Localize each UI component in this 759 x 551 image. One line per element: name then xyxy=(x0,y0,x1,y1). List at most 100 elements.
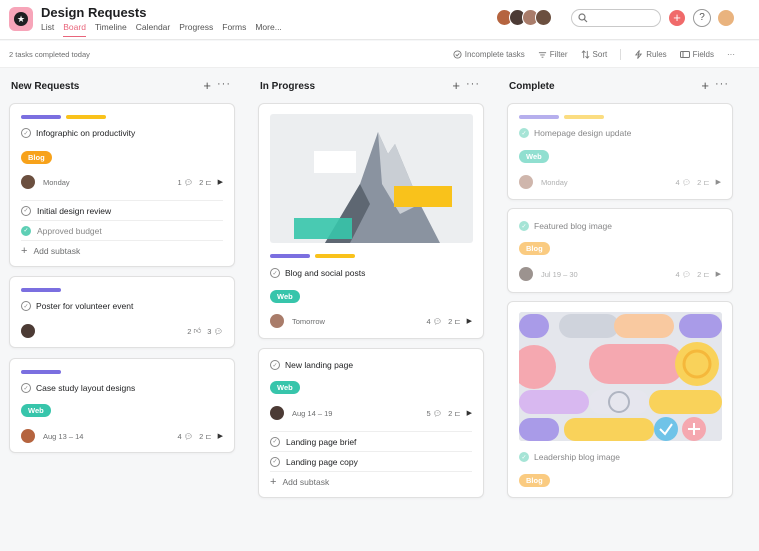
tab-more[interactable]: More... xyxy=(255,22,281,37)
comment-count[interactable]: 5 💬︎ xyxy=(426,409,442,418)
checkmark-icon[interactable]: ✓ xyxy=(519,221,529,231)
subtask-row[interactable]: ✓ Landing page copy xyxy=(270,451,472,471)
task-title[interactable]: ✓ Blog and social posts xyxy=(270,268,365,278)
comment-count[interactable]: 3 💬︎ xyxy=(207,327,223,336)
checkmark-icon[interactable]: ✓ xyxy=(21,205,31,216)
subtask-count[interactable]: 2 ⊏ xyxy=(199,178,211,187)
task-title[interactable]: ✓ New landing page xyxy=(270,360,353,370)
task-card[interactable]: ✓ Blog and social posts Web Tomorrow 4 💬︎… xyxy=(258,103,484,339)
fields-button[interactable]: Fields xyxy=(679,49,714,60)
subtask-count[interactable]: 2 ⊏ xyxy=(199,432,211,441)
sort-button[interactable]: Sort xyxy=(581,49,607,60)
add-task-button[interactable]: + xyxy=(701,78,709,93)
add-task-button[interactable]: + xyxy=(203,78,211,93)
task-title[interactable]: ✓ Homepage design update xyxy=(519,128,631,138)
plus-icon: + xyxy=(21,244,28,257)
checkmark-icon[interactable]: ✓ xyxy=(519,128,529,138)
checkmark-icon[interactable]: ✓ xyxy=(21,225,31,236)
avatar xyxy=(270,406,284,420)
tag-badge: Web xyxy=(270,381,300,394)
task-card[interactable]: ✓ Leadership blog image Blog xyxy=(507,301,733,498)
tab-progress[interactable]: Progress xyxy=(179,22,213,37)
subtask-row[interactable]: ✓ Initial design review xyxy=(21,200,223,220)
task-title[interactable]: ✓ Case study layout designs xyxy=(21,383,135,393)
tag-badge: Blog xyxy=(519,242,550,255)
checkmark-icon[interactable]: ✓ xyxy=(270,268,280,278)
add-task-button[interactable]: + xyxy=(452,78,460,93)
rules-button[interactable]: Rules xyxy=(634,49,667,60)
checkmark-icon[interactable]: ✓ xyxy=(21,301,31,311)
lightning-icon xyxy=(635,50,643,59)
task-card[interactable]: ✓ Infographic on productivity Blog Monda… xyxy=(9,103,235,267)
due-date: Aug 14 – 19 xyxy=(292,408,333,418)
checkmark-icon[interactable]: ✓ xyxy=(21,128,31,138)
subtask-count[interactable]: 2 ⊏ xyxy=(448,409,460,418)
checkmark-icon[interactable]: ✓ xyxy=(519,452,529,462)
mountain-image xyxy=(294,132,452,243)
subtask-icon: ⊏ xyxy=(703,269,710,279)
checkmark-icon[interactable]: ✓ xyxy=(270,436,280,447)
expand-arrow-icon[interactable]: ▶ xyxy=(218,178,223,186)
tab-board[interactable]: Board xyxy=(63,22,86,37)
task-card[interactable]: ✓ Poster for volunteer event 2 👍︎ 3 💬︎ xyxy=(9,276,235,348)
task-card[interactable]: ✓ Featured blog image Blog Jul 19 – 30 4… xyxy=(507,208,733,293)
subtask-count[interactable]: 2 ⊏ xyxy=(448,317,460,326)
task-title[interactable]: ✓ Leadership blog image xyxy=(519,452,620,462)
incomplete-tasks-button[interactable]: Incomplete tasks xyxy=(453,49,525,60)
subtask-count[interactable]: 2 ⊏ xyxy=(697,178,709,187)
column-menu-button[interactable]: ··· xyxy=(466,78,480,90)
add-subtask-button[interactable]: + Add subtask xyxy=(21,240,223,260)
subtask-row[interactable]: ✓ Landing page brief xyxy=(270,431,472,451)
user-avatar[interactable] xyxy=(717,9,735,27)
comment-icon: 💬︎ xyxy=(681,177,692,187)
card-meta: Monday 1 💬︎ 2 ⊏ ▶ xyxy=(21,175,223,189)
add-button[interactable]: + xyxy=(669,10,685,26)
project-title: Design Requests xyxy=(41,5,147,20)
comment-count[interactable]: 4 💬︎ xyxy=(675,178,691,187)
tab-timeline[interactable]: Timeline xyxy=(95,22,127,37)
expand-arrow-icon[interactable]: ▶ xyxy=(218,432,223,440)
column-menu-button[interactable]: ··· xyxy=(217,78,231,90)
task-title[interactable]: ✓ Infographic on productivity xyxy=(21,128,135,138)
subtask-count[interactable]: 2 ⊏ xyxy=(697,270,709,279)
comment-count[interactable]: 4 💬︎ xyxy=(177,432,193,441)
checkmark-icon[interactable]: ✓ xyxy=(270,456,280,467)
more-options-button[interactable]: ··· xyxy=(727,49,735,60)
subtask-icon: ⊏ xyxy=(454,316,461,326)
checkmark-icon[interactable]: ✓ xyxy=(270,360,280,370)
color-bars xyxy=(21,288,61,292)
column-menu-button[interactable]: ··· xyxy=(715,78,729,90)
add-subtask-button[interactable]: + Add subtask xyxy=(270,471,472,491)
color-bars xyxy=(21,115,106,119)
task-card[interactable]: ✓ New landing page Web Aug 14 – 19 5 💬︎ 2… xyxy=(258,348,484,498)
card-meta: Monday 4 💬︎ 2 ⊏ ▶ xyxy=(519,175,721,189)
comment-count[interactable]: 1 💬︎ xyxy=(177,178,193,187)
comment-count[interactable]: 4 💬︎ xyxy=(675,270,691,279)
app-header: ★ Design Requests List Board Timeline Ca… xyxy=(0,0,759,40)
expand-arrow-icon[interactable]: ▶ xyxy=(467,317,472,325)
task-card[interactable]: ✓ Homepage design update Web Monday 4 💬︎ … xyxy=(507,103,733,200)
member-avatars[interactable] xyxy=(496,9,552,26)
subtask-icon: ⊏ xyxy=(703,177,710,187)
tab-forms[interactable]: Forms xyxy=(222,22,246,37)
task-title[interactable]: ✓ Poster for volunteer event xyxy=(21,301,133,311)
filter-label: Filter xyxy=(549,50,568,59)
vertical-scrollbar[interactable] xyxy=(749,68,753,538)
subtask-icon: ⊏ xyxy=(205,177,212,187)
checkmark-icon[interactable]: ✓ xyxy=(21,383,31,393)
tab-list[interactable]: List xyxy=(41,22,54,37)
comment-count[interactable]: 4 💬︎ xyxy=(426,317,442,326)
expand-arrow-icon[interactable]: ▶ xyxy=(467,409,472,417)
task-card[interactable]: ✓ Case study layout designs Web Aug 13 –… xyxy=(9,358,235,453)
expand-arrow-icon[interactable]: ▶ xyxy=(716,270,721,278)
subtask-row[interactable]: ✓ Approved budget xyxy=(21,220,223,240)
search-input[interactable] xyxy=(571,9,661,27)
column-new-requests: New Requests + ··· xyxy=(9,78,235,98)
task-title[interactable]: ✓ Featured blog image xyxy=(519,221,612,231)
tab-calendar[interactable]: Calendar xyxy=(136,22,171,37)
like-count[interactable]: 2 👍︎ xyxy=(187,326,201,336)
expand-arrow-icon[interactable]: ▶ xyxy=(716,178,721,186)
project-icon[interactable]: ★ xyxy=(9,7,33,31)
help-button[interactable]: ? xyxy=(693,9,711,27)
filter-button[interactable]: Filter xyxy=(538,49,568,60)
